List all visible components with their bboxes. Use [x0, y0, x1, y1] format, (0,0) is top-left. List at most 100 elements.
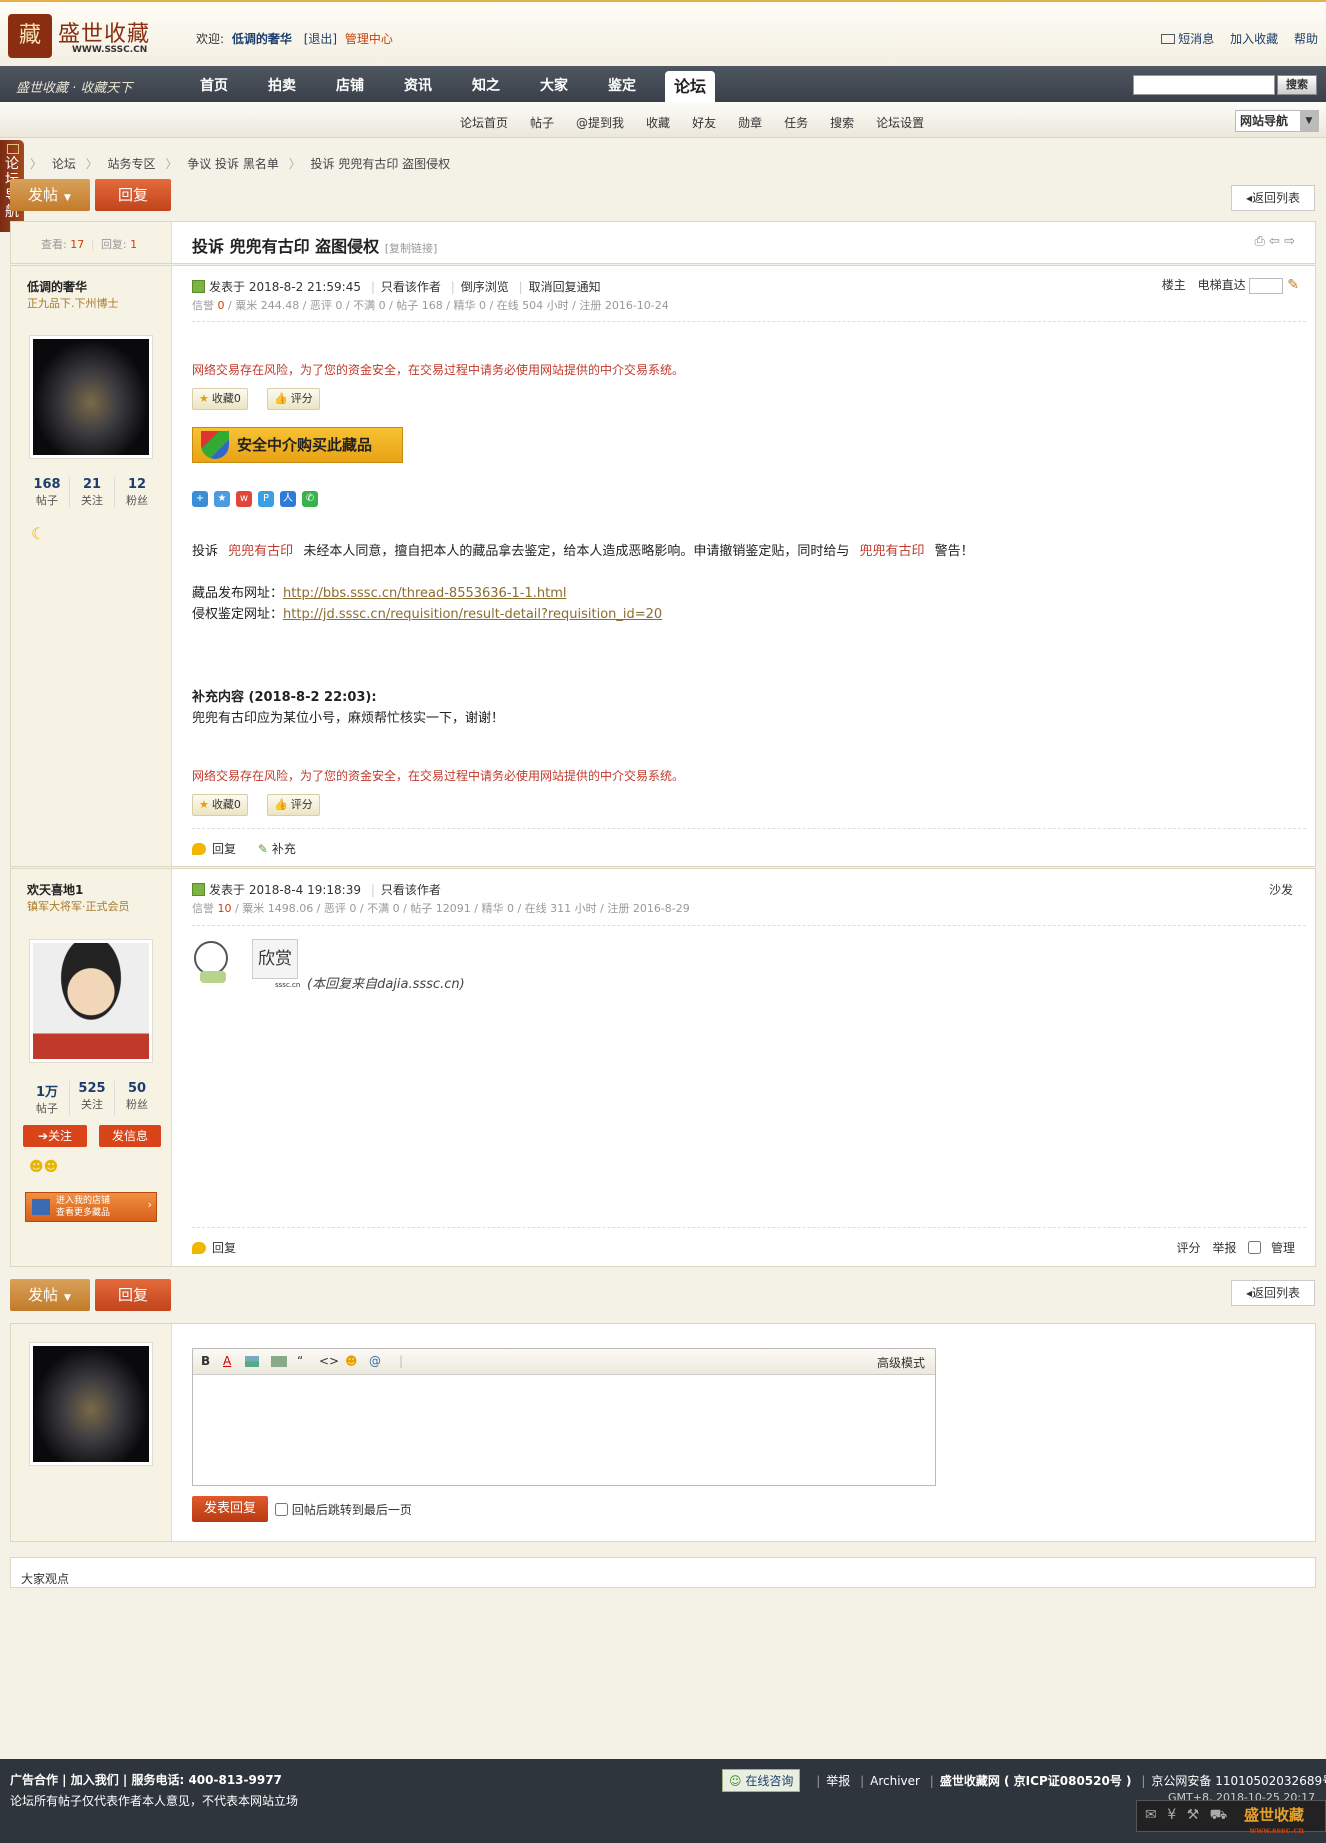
- home-icon[interactable]: 〉: [30, 157, 42, 171]
- quote-button[interactable]: “: [297, 1354, 303, 1368]
- site-logo[interactable]: 藏 盛世收藏 WWW.SSSC.CN: [8, 14, 158, 58]
- subnav-settings[interactable]: 论坛设置: [876, 114, 924, 131]
- nav-item-forum[interactable]: 论坛: [665, 71, 715, 102]
- search-button[interactable]: 搜索: [1277, 75, 1317, 95]
- subnav-posts[interactable]: 帖子: [530, 114, 554, 131]
- online-consult-button[interactable]: ☺ 在线咨询: [722, 1769, 801, 1792]
- nav-item-knowledge[interactable]: 知之: [452, 66, 520, 102]
- cart-icon[interactable]: ⛟: [1210, 1807, 1228, 1823]
- breadcrumb-forum[interactable]: 论坛: [52, 157, 76, 171]
- author-name[interactable]: 欢天喜地1: [27, 881, 83, 898]
- subnav-search[interactable]: 搜索: [830, 114, 854, 131]
- secure-purchase-button[interactable]: 安全中介购买此藏品: [192, 427, 403, 463]
- share-tencent-icon[interactable]: P: [258, 491, 274, 507]
- rate-button[interactable]: 👍 评分: [267, 388, 320, 410]
- reply-button-bottom[interactable]: 回复: [95, 1279, 171, 1311]
- subnav-medals[interactable]: 勋章: [738, 114, 762, 131]
- accused-user-link[interactable]: 兜兜有古印: [859, 544, 924, 559]
- bold-button[interactable]: B: [201, 1354, 210, 1368]
- new-post-button[interactable]: 发帖 ▼: [10, 179, 90, 211]
- nav-item-home[interactable]: 首页: [180, 66, 248, 102]
- new-post-button-bottom[interactable]: 发帖 ▼: [10, 1279, 90, 1311]
- username-link[interactable]: 低调的奢华: [232, 32, 292, 46]
- only-author-link[interactable]: 只看该作者: [381, 280, 441, 294]
- copy-link[interactable]: [复制链接]: [385, 242, 438, 255]
- share-plus-icon[interactable]: +: [192, 491, 208, 507]
- collection-post-link[interactable]: http://bbs.sssc.cn/thread-8553636-1-1.ht…: [283, 586, 566, 601]
- stat-following[interactable]: 525 关注: [70, 1081, 115, 1116]
- accused-user-link[interactable]: 兜兜有古印: [228, 544, 293, 559]
- mention-button[interactable]: @: [369, 1354, 381, 1368]
- stat-fans[interactable]: 50 粉丝: [115, 1081, 159, 1116]
- visit-shop-banner[interactable]: 进入我的店铺 查看更多藏品 ›: [25, 1192, 157, 1222]
- breadcrumb-section[interactable]: 站务专区: [108, 157, 156, 171]
- floor-jump-input[interactable]: [1249, 277, 1284, 294]
- stat-following[interactable]: 21 关注: [70, 477, 115, 508]
- send-message-button[interactable]: 发信息: [99, 1125, 161, 1147]
- submit-reply-button[interactable]: 发表回复: [192, 1496, 268, 1522]
- share-weibo-icon[interactable]: w: [236, 491, 252, 507]
- avatar[interactable]: [29, 335, 153, 459]
- avatar[interactable]: [29, 939, 153, 1063]
- admin-center-link[interactable]: 管理中心: [345, 32, 393, 46]
- logout-link[interactable]: [退出]: [304, 32, 337, 46]
- font-color-button[interactable]: A: [223, 1354, 231, 1368]
- report-footer-link[interactable]: 举报: [826, 1774, 850, 1788]
- mail-icon[interactable]: ✉: [1145, 1807, 1157, 1823]
- share-renren-icon[interactable]: 人: [280, 491, 296, 507]
- reverse-order-link[interactable]: 倒序浏览: [461, 280, 509, 294]
- share-wechat-icon[interactable]: ✆: [302, 491, 318, 507]
- stat-posts[interactable]: 1万 帖子: [25, 1081, 70, 1116]
- image-icon[interactable]: [245, 1356, 259, 1367]
- manage-link[interactable]: 管理: [1271, 1241, 1295, 1255]
- search-input[interactable]: [1133, 75, 1275, 95]
- print-icon[interactable]: ⎙: [1255, 234, 1265, 249]
- favorite-button[interactable]: ★ 收藏0: [192, 388, 248, 410]
- next-thread-icon[interactable]: ⇨: [1284, 234, 1295, 249]
- report-link[interactable]: 举报: [1212, 1241, 1236, 1255]
- my-avatar[interactable]: [29, 1342, 153, 1466]
- subnav-forum-home[interactable]: 论坛首页: [460, 114, 508, 131]
- only-author-link[interactable]: 只看该作者: [381, 883, 441, 897]
- police-record-link[interactable]: 京公网安备 11010502032689号: [1151, 1774, 1326, 1788]
- reply-source[interactable]: (本回复来自dajia.sssc.cn): [307, 973, 465, 992]
- breadcrumb-thread[interactable]: 投诉 兜兜有古印 盗图侵权: [311, 157, 451, 171]
- nav-item-shops[interactable]: 店铺: [316, 66, 384, 102]
- subnav-friends[interactable]: 好友: [692, 114, 716, 131]
- stat-fans[interactable]: 12 粉丝: [115, 477, 159, 508]
- code-button[interactable]: <>: [319, 1354, 339, 1368]
- back-to-list-button[interactable]: ◂返回列表: [1231, 185, 1315, 211]
- yen-icon[interactable]: ¥: [1167, 1807, 1176, 1823]
- subnav-mentions[interactable]: @提到我: [576, 114, 624, 131]
- messages-link[interactable]: 短消息: [1161, 32, 1214, 46]
- emoji-icon[interactable]: ☻: [345, 1354, 358, 1368]
- supplement-action[interactable]: ✎ 补充: [258, 842, 296, 856]
- rate-link[interactable]: 评分: [1176, 1241, 1200, 1255]
- archiver-link[interactable]: Archiver: [870, 1774, 920, 1788]
- nav-item-auction[interactable]: 拍卖: [248, 66, 316, 102]
- floating-logo[interactable]: 盛世收藏 www.sssc.cn: [1244, 1804, 1304, 1835]
- nav-item-news[interactable]: 资讯: [384, 66, 452, 102]
- link-icon[interactable]: [271, 1356, 287, 1367]
- favorite-button-bottom[interactable]: ★ 收藏0: [192, 794, 248, 816]
- follow-button[interactable]: ➔关注: [23, 1125, 87, 1147]
- advanced-mode-link[interactable]: 高级模式: [877, 1354, 925, 1371]
- hammer-icon[interactable]: ⚒: [1187, 1807, 1200, 1823]
- share-qzone-icon[interactable]: ★: [214, 491, 230, 507]
- stat-posts[interactable]: 168 帖子: [25, 477, 70, 508]
- subnav-favorites[interactable]: 收藏: [646, 114, 670, 131]
- prev-thread-icon[interactable]: ⇦: [1269, 234, 1280, 249]
- appraisal-link[interactable]: http://jd.sssc.cn/requisition/result-det…: [283, 607, 662, 622]
- go-icon[interactable]: ✎: [1287, 277, 1299, 293]
- site-nav-dropdown[interactable]: 网站导航 ▼: [1235, 110, 1319, 132]
- cancel-notify-link[interactable]: 取消回复通知: [529, 280, 601, 294]
- breadcrumb-board[interactable]: 争议 投诉 黑名单: [187, 157, 279, 171]
- add-favorite-link[interactable]: 加入收藏: [1230, 32, 1278, 46]
- rate-button-bottom[interactable]: 👍 评分: [267, 794, 320, 816]
- nav-item-experts[interactable]: 大家: [520, 66, 588, 102]
- manage-checkbox[interactable]: [1248, 1241, 1262, 1254]
- reply-button[interactable]: 回复: [95, 179, 171, 211]
- nav-item-appraisal[interactable]: 鉴定: [588, 66, 656, 102]
- back-to-list-button-bottom[interactable]: ◂返回列表: [1231, 1280, 1315, 1306]
- reply-action[interactable]: 回复: [192, 1239, 236, 1256]
